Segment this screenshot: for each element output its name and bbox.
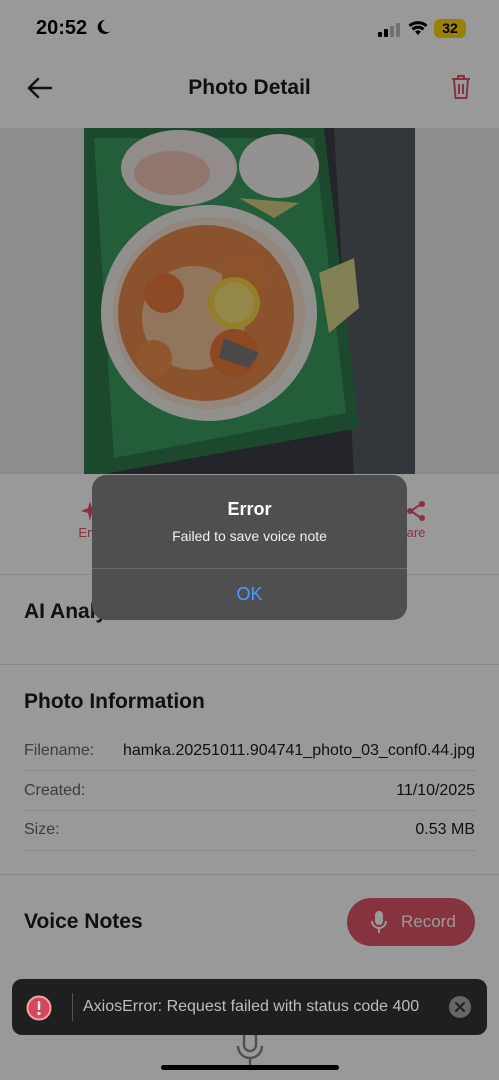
error-toast[interactable]: AxiosError: Request failed with status c… [12, 979, 487, 1035]
toast-divider [72, 993, 73, 1021]
alert-title: Error [227, 499, 272, 519]
error-circle-icon [26, 995, 52, 1021]
close-icon[interactable] [449, 996, 471, 1018]
toast-message: AxiosError: Request failed with status c… [83, 998, 420, 1015]
home-indicator [161, 1065, 339, 1070]
error-alert: Error Failed to save voice note OK [92, 475, 407, 620]
ok-button[interactable]: OK [92, 569, 407, 620]
alert-message: Failed to save voice note [172, 528, 327, 544]
